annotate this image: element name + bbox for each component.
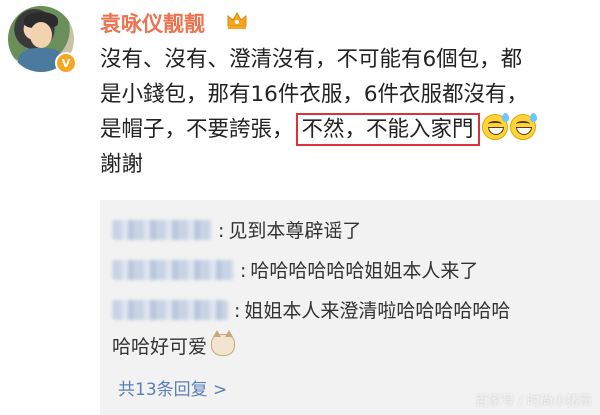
comment-item[interactable]: : 姐姐本人来澄清啦哈哈哈哈哈哈 bbox=[112, 296, 510, 323]
post-line: 沒有、沒有、澄清沒有，不可能有6個包，都 bbox=[100, 47, 523, 72]
blurred-username bbox=[112, 220, 212, 240]
more-replies-link[interactable]: 共13条回复 > bbox=[118, 375, 227, 400]
post-body: 沒有、沒有、澄清沒有，不可能有6個包，都 是小錢包，那有16件衣服，6件衣服都沒… bbox=[100, 42, 595, 182]
comment-section: : 见到本尊辟谣了 : 哈哈哈哈哈哈姐姐本人来了 : 姐姐本人来澄清啦哈哈哈哈哈哈 哈… bbox=[100, 200, 600, 415]
verified-badge-icon: V bbox=[55, 52, 77, 74]
blurred-username bbox=[112, 260, 234, 280]
comment-item[interactable]: : 见到本尊辟谣了 bbox=[112, 216, 361, 243]
comment-text: 姐姐本人来澄清啦哈哈哈哈哈哈 bbox=[244, 300, 511, 322]
post-line: 是帽子，不要誇張， 不然，不能入家門 bbox=[100, 112, 595, 147]
cat-emoji-icon bbox=[211, 330, 236, 356]
comment-text: 见到本尊辟谣了 bbox=[228, 220, 362, 242]
comment-item-continuation: 哈哈好可爱 bbox=[112, 330, 236, 359]
username-link[interactable]: 袁咏仪靓靓 bbox=[100, 8, 205, 38]
post-line-text: 是帽子，不要誇張， bbox=[100, 117, 294, 142]
comment-text: 哈哈好可爱 bbox=[112, 336, 208, 358]
crown-icon bbox=[227, 11, 247, 29]
blurred-username bbox=[112, 300, 228, 320]
grinning-sweat-emoji-icon bbox=[481, 113, 509, 140]
post-line: 謝謝 bbox=[100, 152, 144, 177]
comment-item[interactable]: : 哈哈哈哈哈哈姐姐本人来了 bbox=[112, 256, 478, 283]
watermark: 百家号 / 时尚小猪哥 bbox=[475, 394, 592, 409]
post-line: 是小錢包，那有16件衣服，6件衣服都沒有， bbox=[100, 82, 529, 107]
grinning-sweat-emoji-icon bbox=[509, 113, 537, 140]
comment-text: 哈哈哈哈哈哈姐姐本人来了 bbox=[250, 260, 479, 282]
highlighted-text: 不然，不能入家門 bbox=[295, 113, 480, 146]
